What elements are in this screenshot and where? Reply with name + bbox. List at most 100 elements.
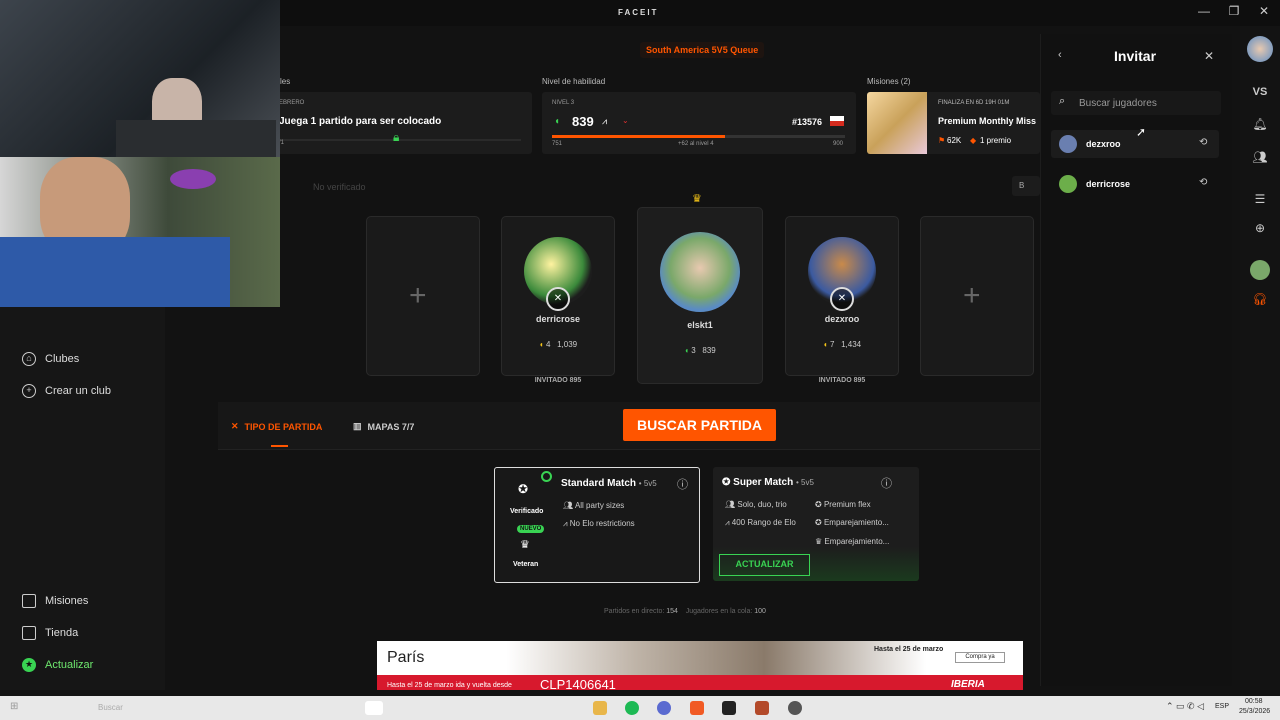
vs-icon[interactable]: VS bbox=[1252, 86, 1268, 98]
faceit-taskbar-icon[interactable] bbox=[722, 701, 736, 715]
player-name: derricrose bbox=[535, 314, 581, 324]
lock-icon: 🔒︎ bbox=[393, 130, 400, 144]
right-rail: VS 🔔︎ 👥︎ ☰ ⊕ 🎧︎ bbox=[1240, 26, 1280, 690]
invite-result-dezxroo[interactable]: dezxroo ⟲ bbox=[1051, 130, 1219, 158]
search-match-button[interactable]: BUSCAR PARTIDA bbox=[623, 409, 776, 441]
skill-card[interactable]: NIVEL 3 ◖ 839 ⩘ ⌄ #13576 751 +62 al nive… bbox=[542, 92, 856, 154]
nav-upgrade-label: Actualizar bbox=[45, 659, 94, 671]
missions-section-label: Misiones (2) bbox=[867, 77, 911, 86]
clubs-icon: ⌂ bbox=[22, 352, 36, 366]
folder-icon[interactable] bbox=[593, 701, 607, 715]
nav-upgrade[interactable]: ★ Actualizar bbox=[22, 658, 93, 672]
crown-badge-icon: ♛ bbox=[520, 539, 530, 551]
super-title: ✪ Super Match • 5v5 bbox=[722, 477, 814, 488]
nav-clubs-label: Clubes bbox=[45, 353, 80, 365]
back-icon[interactable]: ‹ bbox=[1058, 49, 1062, 61]
ad-cta-button[interactable]: Compra ya bbox=[955, 652, 1005, 663]
standard-title: Standard Match • 5v5 bbox=[561, 478, 657, 489]
language-indicator[interactable]: ESP bbox=[1215, 703, 1229, 710]
add-icon[interactable]: ⊕ bbox=[1252, 221, 1268, 235]
profile-avatar[interactable] bbox=[1247, 36, 1273, 62]
pending-invite-icon[interactable]: ⟲ bbox=[1199, 177, 1207, 188]
party-slot-dezxroo[interactable]: ✕ dezxroo ◖ 7 1,434 bbox=[785, 216, 899, 376]
invite-result-derricrose[interactable]: derricrose ⟲ bbox=[1051, 170, 1219, 198]
queue-label: South America 5V5 Queue bbox=[640, 42, 765, 58]
skill-elo: 839 bbox=[572, 114, 594, 129]
close-window-button[interactable]: ✕ bbox=[1254, 4, 1274, 18]
player-elo-value: 839 bbox=[702, 346, 716, 355]
mission-title: Premium Monthly Miss bbox=[938, 116, 1037, 126]
mission-points: 62K bbox=[947, 136, 962, 145]
nav-create-club[interactable]: + Crear un club bbox=[22, 384, 111, 398]
footer-stats: Partidos en directo: 154 Jugadores en la… bbox=[604, 608, 766, 615]
player-level: 7 bbox=[829, 340, 835, 349]
brave-icon[interactable] bbox=[690, 701, 704, 715]
skill-section-label: Nivel de habilidad bbox=[542, 77, 606, 86]
player-name: dezxroo bbox=[824, 314, 860, 324]
super-feature: ⩘ 400 Rango de Elo bbox=[725, 518, 796, 527]
super-title-text: Super Match bbox=[733, 477, 794, 488]
skill-min: 751 bbox=[552, 141, 563, 147]
minimize-button[interactable]: — bbox=[1194, 4, 1214, 18]
support-icon[interactable]: 🎧︎ bbox=[1252, 292, 1268, 306]
party-slot-derricrose[interactable]: ✕ derricrose ◖ 4 1,039 bbox=[501, 216, 615, 376]
advertisement-banner[interactable]: París Hasta el 25 de marzo Compra ya Has… bbox=[377, 641, 1023, 690]
invite-result-name: derricrose bbox=[1086, 179, 1131, 189]
upgrade-button[interactable]: ACTUALIZAR bbox=[719, 554, 810, 576]
standard-match-card[interactable]: ✪ Verificado NUEVO ♛ Veteran Standard Ma… bbox=[494, 467, 700, 583]
standard-title-text: Standard Match bbox=[561, 478, 637, 489]
taskbar-app-icon[interactable] bbox=[365, 701, 383, 715]
windows-icon[interactable]: ⊞ bbox=[10, 701, 18, 712]
party-slot-elskt1[interactable]: elskt1 ◖ 3 839 bbox=[637, 207, 763, 384]
super-feature-text: Premium flex bbox=[823, 500, 871, 509]
super-feature-text: Solo, duo, trio bbox=[737, 500, 787, 509]
placement-card[interactable]: EBRERO Juega 1 partido para ser colocado… bbox=[275, 92, 532, 154]
remove-player-icon[interactable]: ✕ bbox=[546, 287, 570, 311]
tab-maps[interactable]: ▥ MAPAS 7/7 bbox=[353, 421, 414, 432]
missions-icon bbox=[22, 594, 36, 608]
super-feature-text: Emparejamiento... bbox=[823, 518, 889, 527]
active-tab-underline bbox=[271, 445, 288, 447]
skill-to-next: +62 al nivel 4 bbox=[678, 141, 714, 147]
search-input[interactable]: ⌕ Buscar jugadores bbox=[1051, 91, 1221, 115]
info-icon[interactable]: ⓘ bbox=[677, 476, 688, 492]
friends-icon[interactable]: 👥︎ bbox=[1252, 150, 1268, 164]
party-side-button[interactable]: B bbox=[1012, 176, 1040, 196]
plus-circle-icon: + bbox=[22, 384, 36, 398]
tray-icons[interactable]: ⌃ ▭ ✆ ◁ bbox=[1166, 701, 1204, 712]
discord-icon[interactable] bbox=[657, 701, 671, 715]
placement-section-label: les bbox=[280, 77, 291, 86]
nav-missions[interactable]: Misiones bbox=[22, 594, 88, 608]
taskbar-search[interactable]: Buscar bbox=[98, 703, 123, 712]
spotify-icon[interactable] bbox=[625, 701, 639, 715]
party-side-button-label: B bbox=[1019, 181, 1025, 190]
game-icon[interactable] bbox=[755, 701, 769, 715]
standard-feature-text: No Elo restrictions bbox=[569, 519, 635, 528]
nav-shop[interactable]: Tienda bbox=[22, 626, 78, 640]
restore-button[interactable]: ❐ bbox=[1224, 4, 1244, 18]
nav-missions-label: Misiones bbox=[45, 595, 89, 607]
tab-match-type[interactable]: ✕ TIPO DE PARTIDA bbox=[231, 421, 322, 432]
party-icon[interactable]: ☰ bbox=[1252, 192, 1268, 206]
friend-avatar[interactable] bbox=[1250, 260, 1270, 280]
steam-icon[interactable] bbox=[788, 701, 802, 715]
mission-prize: 1 premio bbox=[980, 136, 1012, 145]
remove-player-icon[interactable]: ✕ bbox=[830, 287, 854, 311]
elskt1-avatar bbox=[660, 232, 740, 312]
pending-invite-icon[interactable]: ⟲ bbox=[1199, 137, 1207, 148]
search-placeholder: Buscar jugadores bbox=[1079, 98, 1157, 109]
nav-clubs[interactable]: ⌂ Clubes bbox=[22, 352, 79, 366]
taskbar: ⊞ Buscar ⌃ ▭ ✆ ◁ ESP 00:58 25/3/2026 bbox=[0, 696, 1280, 720]
empty-slot-right[interactable]: + bbox=[920, 216, 1034, 376]
skill-level: NIVEL 3 bbox=[552, 100, 575, 106]
webcam-streamer-bottom bbox=[0, 157, 280, 307]
super-match-card[interactable]: ✪ Super Match • 5v5 ⓘ 👥︎ Solo, duo, trio… bbox=[713, 467, 919, 581]
webcam-streamer-top bbox=[0, 0, 280, 157]
bell-icon[interactable]: 🔔︎ bbox=[1252, 117, 1268, 131]
mission-card[interactable]: FINALIZA EN 6D 19H 01M Premium Monthly M… bbox=[867, 92, 1040, 154]
info-icon[interactable]: ⓘ bbox=[881, 475, 892, 491]
empty-slot-left[interactable]: + bbox=[366, 216, 480, 376]
player-name: elskt1 bbox=[687, 320, 713, 330]
close-icon[interactable]: ✕ bbox=[1204, 49, 1214, 63]
ad-price: CLP1406641 bbox=[540, 677, 616, 690]
